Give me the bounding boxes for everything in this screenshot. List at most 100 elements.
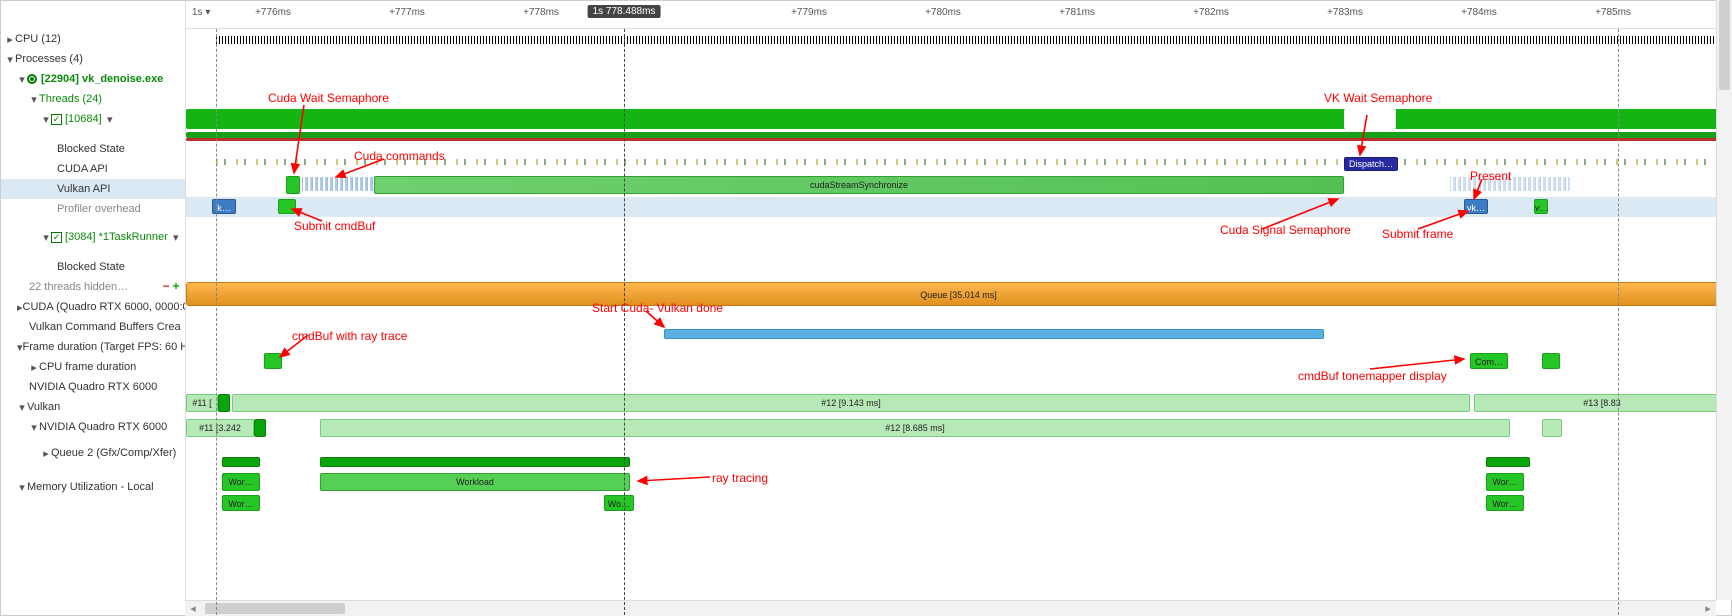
label: #11 [3.242 xyxy=(199,423,241,433)
cuda-small-bar[interactable] xyxy=(286,176,300,194)
workload-2[interactable]: Wor… xyxy=(222,495,260,511)
thin-green xyxy=(186,132,1731,138)
workload-r2[interactable]: Wor… xyxy=(1486,495,1524,511)
vk-cmdbuf-bar[interactable] xyxy=(264,353,282,369)
blocked-state-track xyxy=(216,159,1716,165)
label: #13 [8.83 xyxy=(1583,398,1621,408)
anno-cmdbuf-tm: cmdBuf tonemapper display xyxy=(1298,369,1447,383)
checkbox-icon[interactable]: ✓ xyxy=(51,232,62,243)
tree-queue[interactable]: ▸Queue 2 (Gfx/Comp/Xfer) xyxy=(1,443,185,463)
vk-submit-bar[interactable] xyxy=(278,199,296,214)
label: v… xyxy=(1535,203,1548,213)
label: CUDA (Quadro RTX 6000, 0000:0 xyxy=(23,301,186,313)
frame-12a[interactable]: #12 [9.143 ms] xyxy=(232,394,1470,412)
tree-vulkan-api[interactable]: Vulkan API xyxy=(1,179,185,199)
frame-13a[interactable]: #13 [8.83 xyxy=(1474,394,1730,412)
tree-vk-cmdbuf[interactable]: Vulkan Command Buffers Crea xyxy=(1,317,185,337)
label: Processes (4) xyxy=(15,53,83,65)
time-ruler[interactable]: 1s ▾ +776ms+777ms+778ms+779ms+780ms+781m… xyxy=(186,1,1731,29)
tree-hidden-threads[interactable]: 22 threads hidden…−+ xyxy=(1,277,185,297)
queue-bar[interactable]: Queue [35.014 ms] xyxy=(186,282,1731,306)
label: Wo… xyxy=(608,499,630,509)
label: Dispatch… xyxy=(1349,159,1393,169)
label: Vulkan API xyxy=(57,183,110,195)
tree-profiler-overhead[interactable]: Profiler overhead xyxy=(1,199,185,219)
frame-11b[interactable]: #11 [3.242 xyxy=(186,419,254,437)
ruler-tick: +785ms xyxy=(1595,7,1631,18)
tree-blocked-state[interactable]: Blocked State xyxy=(1,139,185,159)
label: CPU frame duration xyxy=(39,361,136,373)
thread-bar xyxy=(186,109,1731,129)
label: CPU (12) xyxy=(15,33,61,45)
workload-main[interactable]: Workload xyxy=(320,473,630,491)
tree-frame-duration[interactable]: ▾Frame duration (Target FPS: 60 H xyxy=(1,337,185,357)
tree-nvidia-gpu[interactable]: NVIDIA Quadro RTX 6000 xyxy=(1,377,185,397)
vk-cmdbuf-com[interactable]: Com… xyxy=(1470,353,1508,369)
timeline-panel[interactable]: 1s ▾ +776ms+777ms+778ms+779ms+780ms+781m… xyxy=(186,1,1731,615)
anno-submit-frame: Submit frame xyxy=(1382,227,1453,241)
label: #12 [8.685 ms] xyxy=(885,423,945,433)
frame-11a[interactable]: #11 [ xyxy=(186,394,218,412)
cuda-noise-right xyxy=(1450,177,1570,191)
cuda-device-bar[interactable] xyxy=(664,329,1324,339)
label: Wor… xyxy=(1492,477,1517,487)
anno-vk-wait: VK Wait Semaphore xyxy=(1324,91,1432,105)
label: Queue 2 (Gfx/Comp/Xfer) xyxy=(51,447,176,459)
scrollbar-thumb[interactable] xyxy=(1719,0,1730,90)
vk-bar-3[interactable]: v… xyxy=(1534,199,1548,214)
label: #12 [9.143 ms] xyxy=(821,398,881,408)
red-strip xyxy=(186,138,1731,141)
anno-ray-tracing: ray tracing xyxy=(712,471,768,485)
ruler-tick: +783ms xyxy=(1327,7,1363,18)
tree-cuda-device[interactable]: ▸CUDA (Quadro RTX 6000, 0000:0 xyxy=(1,297,185,317)
tree-cpu-frame-duration[interactable]: ▸CPU frame duration xyxy=(1,357,185,377)
frame-11a-dark xyxy=(218,394,230,412)
workload-1[interactable]: Wor… xyxy=(222,473,260,491)
tree-threads[interactable]: ▾Threads (24) xyxy=(1,89,185,109)
label: #11 [ xyxy=(192,398,211,408)
scrollbar-thumb[interactable] xyxy=(205,603,345,614)
tree-vulkan[interactable]: ▾Vulkan xyxy=(1,397,185,417)
workload-3[interactable]: Wo… xyxy=(604,495,634,511)
radio-icon xyxy=(27,74,37,84)
ruler-tick: +780ms xyxy=(925,7,961,18)
frame-late[interactable] xyxy=(1542,419,1562,437)
workload-r1[interactable]: Wor… xyxy=(1486,473,1524,491)
stack-top-mid xyxy=(320,457,630,467)
vk-bar-2[interactable]: vk… xyxy=(1464,199,1488,214)
tree-memory-util[interactable]: ▾Memory Utilization - Local xyxy=(1,477,185,497)
tree-cuda-api[interactable]: CUDA API xyxy=(1,159,185,179)
horizontal-scrollbar[interactable]: ◂ ▸ xyxy=(185,600,1716,616)
expand-icon[interactable]: + xyxy=(171,281,181,291)
tree-nvidia-gpu-2[interactable]: ▾NVIDIA Quadro RTX 6000 xyxy=(1,417,185,437)
tree-cpu[interactable]: ▸CPU (12) xyxy=(1,29,185,49)
dispatch-marker[interactable]: Dispatch… xyxy=(1344,157,1398,171)
range-start-line xyxy=(216,29,217,615)
collapse-icon[interactable]: − xyxy=(161,281,171,291)
vk-cmdbuf-end[interactable] xyxy=(1542,353,1560,369)
checkbox-icon[interactable]: ✓ xyxy=(51,114,62,125)
tree-processes[interactable]: ▾Processes (4) xyxy=(1,49,185,69)
vertical-scrollbar[interactable] xyxy=(1716,0,1732,600)
label: Blocked State xyxy=(57,261,125,273)
anno-submit-cmd: Submit cmdBuf xyxy=(294,219,375,233)
cuda-stream-sync-bar[interactable]: cudaStreamSynchronize xyxy=(374,176,1344,194)
label: Frame duration (Target FPS: 60 H xyxy=(23,341,186,353)
cpu-activity xyxy=(216,36,1716,44)
ruler-scale[interactable]: 1s ▾ xyxy=(192,7,210,18)
frame-11b-dark xyxy=(254,419,266,437)
tree-panel: ▸CPU (12) ▾Processes (4) ▾[22904] vk_den… xyxy=(1,1,186,615)
scroll-left-icon[interactable]: ◂ xyxy=(185,601,201,616)
tree-blocked-state-2[interactable]: Blocked State xyxy=(1,257,185,277)
tree-process-item[interactable]: ▾[22904] vk_denoise.exe xyxy=(1,69,185,89)
frame-12b[interactable]: #12 [8.685 ms] xyxy=(320,419,1510,437)
label: vk… xyxy=(1467,203,1485,213)
scroll-right-icon[interactable]: ▸ xyxy=(1700,601,1716,616)
ruler-tick: +781ms xyxy=(1059,7,1095,18)
tree-thread-2[interactable]: ▾✓[3084] *1TaskRunner▾ xyxy=(1,227,185,247)
label: Wor… xyxy=(228,499,253,509)
anno-cuda-wait: Cuda Wait Semaphore xyxy=(268,91,389,105)
label: Com… xyxy=(1475,357,1503,367)
label: Profiler overhead xyxy=(57,203,141,215)
tree-thread-1[interactable]: ▾✓[10684]▾ xyxy=(1,109,185,129)
